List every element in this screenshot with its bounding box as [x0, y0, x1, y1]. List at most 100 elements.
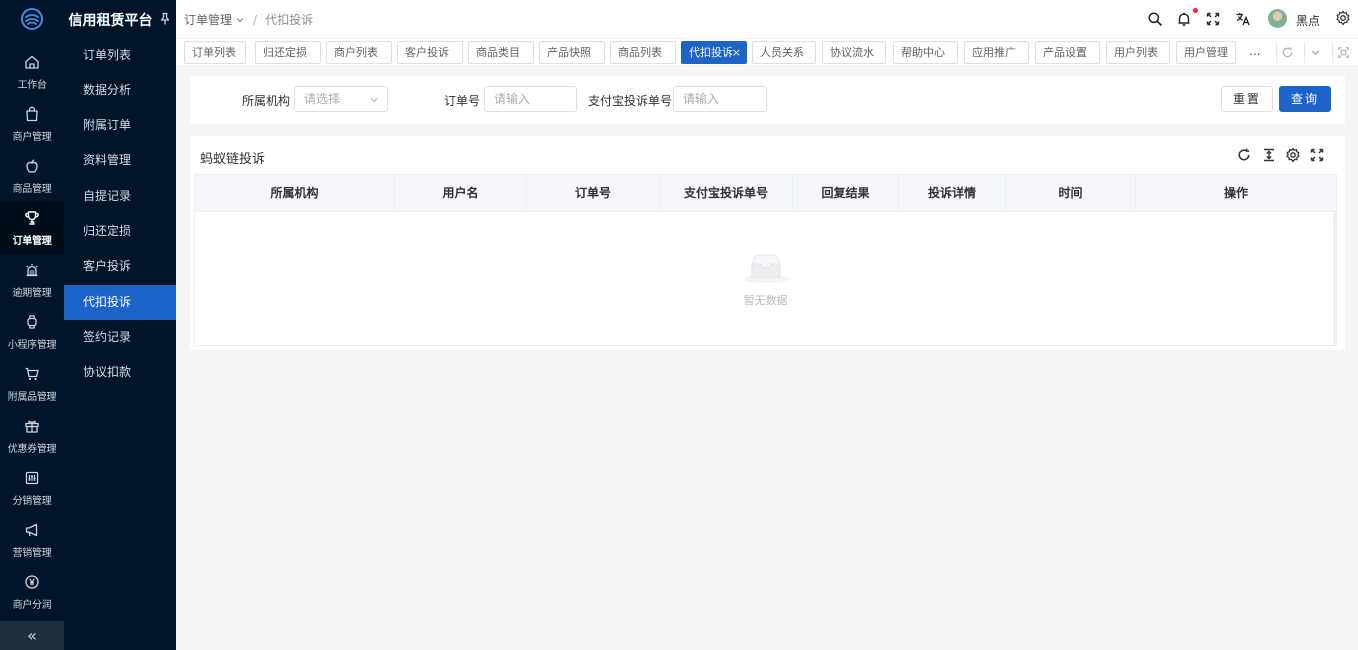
tab-user-list[interactable]: 用户列表 [1106, 41, 1170, 64]
tab-product-list[interactable]: 商品列表 [610, 41, 676, 64]
reset-button[interactable]: 重置 [1221, 86, 1273, 112]
rail-item-label: 优惠券管理 [7, 443, 57, 455]
rail-item-workbench[interactable]: 工作台 [0, 46, 64, 98]
column-header-username[interactable]: 用户名 [395, 175, 527, 211]
tab-label: 商户列表 [334, 46, 378, 59]
tab-customer-complaints[interactable]: 客户投诉 [397, 41, 463, 64]
refresh-icon[interactable] [1236, 147, 1252, 163]
close-icon[interactable]: × [732, 42, 741, 63]
column-header-reply-result[interactable]: 回复结果 [793, 175, 899, 211]
rail-item-merchant[interactable]: 商户管理 [0, 98, 64, 150]
empty-inbox-icon [743, 254, 789, 283]
alipay-complaint-input[interactable]: 请输入 [673, 86, 767, 112]
maximize-tab-button[interactable] [1332, 42, 1354, 63]
breadcrumb-separator: / [253, 12, 258, 27]
rail-item-label: 商品管理 [12, 183, 52, 195]
table-header: 所属机构 用户名 订单号 支付宝投诉单号 回复结果 投诉详情 时间 操作 [195, 175, 1336, 212]
rail-item-overdue[interactable]: 逾期管理 [0, 254, 64, 306]
order-input[interactable]: 请输入 [484, 86, 577, 112]
submenu-header: 信用租赁平台 [64, 0, 176, 38]
submenu-item-pickup-records[interactable]: 自提记录 [64, 179, 176, 214]
rail-item-product[interactable]: 商品管理 [0, 150, 64, 202]
search-form: 所属机构 请选择 订单号 请输入 支付宝投诉单号 请输入 重置 查询 [190, 76, 1345, 124]
table-card: 蚂蚁链投诉 所属机构 用户名 订单号 支付宝投诉单号 回复结果 投诉详情 时间 … [190, 136, 1345, 350]
app-logo[interactable] [0, 0, 64, 38]
tab-app-promotion[interactable]: 应用推广 [964, 41, 1029, 64]
tab-return-damage[interactable]: 归还定损 [255, 41, 321, 64]
bell-icon[interactable] [1176, 11, 1192, 27]
query-button[interactable]: 查询 [1279, 86, 1331, 112]
logo-icon [21, 8, 43, 30]
tab-label: 用户管理 [1184, 46, 1228, 59]
rail-item-label: 商户分润 [12, 599, 52, 611]
collapse-sidebar-button[interactable]: « [0, 621, 64, 650]
submenu-item-order-list[interactable]: 订单列表 [64, 38, 176, 73]
submenu-item-documents[interactable]: 资料管理 [64, 143, 176, 178]
search-icon[interactable] [1147, 11, 1163, 27]
alipay-complaint-input-placeholder: 请输入 [683, 92, 720, 106]
fullscreen-icon[interactable] [1205, 11, 1221, 27]
tabs-more-button[interactable]: ... [1249, 44, 1260, 58]
order-label: 订单号 [444, 94, 481, 108]
table-title: 蚂蚁链投诉 [200, 152, 266, 167]
tab-product-snapshot[interactable]: 产品快照 [539, 41, 605, 64]
tab-personnel[interactable]: 人员关系 [752, 41, 816, 64]
username[interactable]: 黑点 [1296, 12, 1320, 29]
alarm-icon [26, 263, 38, 276]
column-header-actions[interactable]: 操作 [1136, 175, 1336, 211]
pin-icon[interactable] [158, 12, 172, 26]
avatar[interactable] [1268, 9, 1287, 28]
column-header-org[interactable]: 所属机构 [195, 175, 395, 211]
org-label: 所属机构 [242, 94, 291, 108]
tab-label: 人员关系 [760, 46, 804, 59]
column-header-time[interactable]: 时间 [1006, 175, 1136, 211]
tab-help-center[interactable]: 帮助中心 [893, 41, 958, 64]
column-header-order-no[interactable]: 订单号 [527, 175, 660, 211]
tab-label: 应用推广 [972, 46, 1016, 59]
tab-order-list[interactable]: 订单列表 [184, 41, 246, 64]
rail-item-label: 附属品管理 [7, 391, 57, 403]
shopping-bag-icon [26, 106, 38, 121]
tab-withholding-complaints[interactable]: 代扣投诉 × [681, 41, 747, 64]
chevron-down-icon[interactable] [235, 15, 245, 25]
submenu-item-data-analysis[interactable]: 数据分析 [64, 73, 176, 108]
rail-item-label: 工作台 [17, 79, 47, 91]
table-scrollbar[interactable] [1333, 212, 1336, 345]
fullscreen-icon[interactable] [1309, 147, 1325, 163]
submenu-item-return-damage[interactable]: 归还定损 [64, 214, 176, 249]
tab-label: 代扣投诉 [689, 46, 733, 59]
tab-dropdown-button[interactable] [1304, 42, 1326, 63]
tab-label: 协议流水 [830, 46, 874, 59]
tab-agreement-flow[interactable]: 协议流水 [822, 41, 886, 64]
submenu-item-sub-orders[interactable]: 附属订单 [64, 108, 176, 143]
rail-item-accessory[interactable]: 附属品管理 [0, 358, 64, 410]
cart-icon [25, 367, 39, 380]
tabs-bar: 订单列表 归还定损 商户列表 客户投诉 商品类目 产品快照 商品列表 代扣投诉 ×… [176, 38, 1358, 65]
submenu-item-agreement-deduction[interactable]: 协议扣款 [64, 355, 176, 390]
tab-product-settings[interactable]: 产品设置 [1035, 41, 1100, 64]
column-header-complaint-detail[interactable]: 投诉详情 [899, 175, 1006, 211]
rail-item-distribution[interactable]: 分销管理 [0, 462, 64, 514]
rail-item-order[interactable]: 订单管理 [0, 202, 64, 254]
rail-item-profit-share[interactable]: 商户分润 [0, 566, 64, 618]
refresh-tab-button[interactable] [1276, 42, 1298, 63]
breadcrumb-parent[interactable]: 订单管理 [184, 11, 232, 28]
column-header-alipay-complaint-no[interactable]: 支付宝投诉单号 [660, 175, 793, 211]
tab-product-category[interactable]: 商品类目 [468, 41, 534, 64]
tab-label: 订单列表 [192, 46, 236, 59]
submenu-item-customer-complaints[interactable]: 客户投诉 [64, 249, 176, 284]
gear-icon[interactable] [1335, 10, 1351, 26]
submenu-item-withholding-complaints[interactable]: 代扣投诉 [64, 285, 176, 320]
submenu-item-signing-records[interactable]: 签约记录 [64, 320, 176, 355]
tab-user-management[interactable]: 用户管理 [1176, 41, 1236, 64]
rail-item-coupon[interactable]: 优惠券管理 [0, 410, 64, 462]
column-height-icon[interactable] [1261, 147, 1277, 163]
translate-icon[interactable] [1235, 11, 1251, 27]
rail-item-label: 分销管理 [12, 495, 52, 507]
rail-item-miniprogram[interactable]: 小程序管理 [0, 306, 64, 358]
rail-item-marketing[interactable]: 营销管理 [0, 514, 64, 566]
org-select[interactable]: 请选择 [294, 86, 388, 112]
tab-merchant-list[interactable]: 商户列表 [326, 41, 392, 64]
icon-rail: 工作台 商户管理 商品管理 订单管理 逾期管理 小程序管理 附属品管理 优惠券管… [0, 0, 64, 650]
settings-icon[interactable] [1285, 147, 1301, 163]
